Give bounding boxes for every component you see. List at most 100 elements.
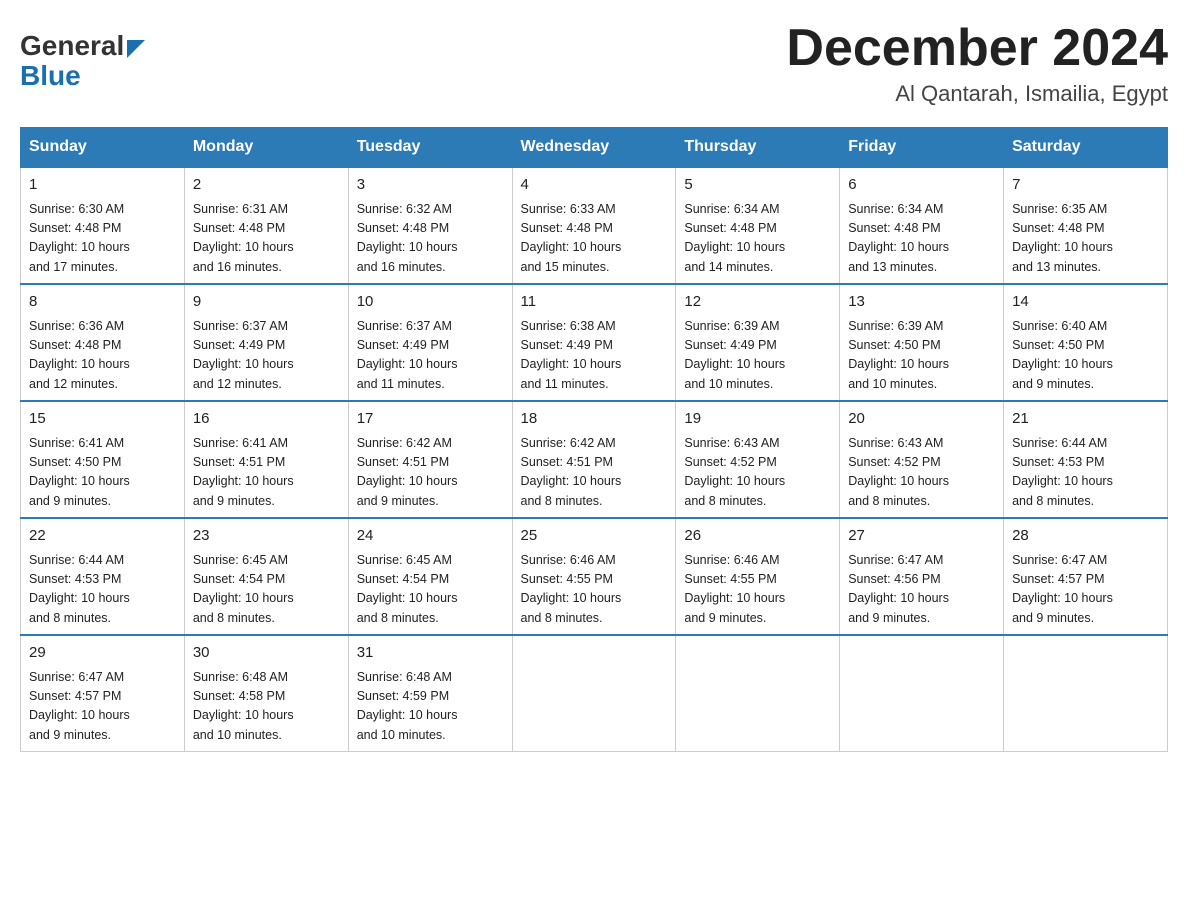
calendar-cell: 27Sunrise: 6:47 AMSunset: 4:56 PMDayligh… bbox=[840, 518, 1004, 635]
day-number: 26 bbox=[684, 525, 831, 548]
logo-blue: Blue bbox=[20, 62, 145, 90]
day-number: 13 bbox=[848, 291, 995, 314]
calendar-cell: 20 Sunrise: 6:43 AMSunset: 4:52 PMDayligh… bbox=[840, 401, 1004, 518]
logo: General Blue bbox=[20, 20, 145, 100]
day-number: 31 bbox=[357, 642, 504, 665]
calendar-cell: 30Sunrise: 6:48 AMSunset: 4:58 PMDayligh… bbox=[184, 635, 348, 752]
day-info: Sunrise: 6:47 AMSunset: 4:57 PMDaylight:… bbox=[29, 668, 176, 746]
header-tuesday: Tuesday bbox=[348, 128, 512, 168]
day-info: Sunrise: 6:35 AMSunset: 4:48 PMDaylight:… bbox=[1012, 200, 1159, 278]
day-info: Sunrise: 6:41 AMSunset: 4:50 PMDaylight:… bbox=[29, 434, 176, 512]
calendar-cell: 13 Sunrise: 6:39 AMSunset: 4:50 PMDayligh… bbox=[840, 284, 1004, 401]
day-number: 27 bbox=[848, 525, 995, 548]
day-number: 2 bbox=[193, 174, 340, 197]
day-info: Sunrise: 6:41 AMSunset: 4:51 PMDaylight:… bbox=[193, 434, 340, 512]
day-number: 29 bbox=[29, 642, 176, 665]
day-info: Sunrise: 6:45 AMSunset: 4:54 PMDaylight:… bbox=[357, 551, 504, 629]
calendar-cell: 6Sunrise: 6:34 AMSunset: 4:48 PMDaylight… bbox=[840, 167, 1004, 284]
calendar-cell: 5 Sunrise: 6:34 AMSunset: 4:48 PMDaylight… bbox=[676, 167, 840, 284]
calendar-cell: 15 Sunrise: 6:41 AMSunset: 4:50 PMDayligh… bbox=[21, 401, 185, 518]
calendar-cell: 4 Sunrise: 6:33 AMSunset: 4:48 PMDaylight… bbox=[512, 167, 676, 284]
day-info: Sunrise: 6:45 AMSunset: 4:54 PMDaylight:… bbox=[193, 551, 340, 629]
day-number: 15 bbox=[29, 408, 176, 431]
day-info: Sunrise: 6:39 AMSunset: 4:50 PMDaylight:… bbox=[848, 317, 995, 395]
calendar-cell: 24Sunrise: 6:45 AMSunset: 4:54 PMDayligh… bbox=[348, 518, 512, 635]
day-info: Sunrise: 6:48 AMSunset: 4:59 PMDaylight:… bbox=[357, 668, 504, 746]
calendar-cell: 17Sunrise: 6:42 AMSunset: 4:51 PMDayligh… bbox=[348, 401, 512, 518]
day-info: Sunrise: 6:37 AMSunset: 4:49 PMDaylight:… bbox=[357, 317, 504, 395]
calendar-title: December 2024 bbox=[786, 20, 1168, 77]
day-info: Sunrise: 6:32 AMSunset: 4:48 PMDaylight:… bbox=[357, 200, 504, 278]
day-number: 18 bbox=[521, 408, 668, 431]
calendar-week-5: 29 Sunrise: 6:47 AMSunset: 4:57 PMDayligh… bbox=[21, 635, 1168, 752]
calendar-cell: 16 Sunrise: 6:41 AMSunset: 4:51 PMDayligh… bbox=[184, 401, 348, 518]
calendar-cell: 10 Sunrise: 6:37 AMSunset: 4:49 PMDayligh… bbox=[348, 284, 512, 401]
day-number: 1 bbox=[29, 174, 176, 197]
calendar-cell bbox=[840, 635, 1004, 752]
day-number: 11 bbox=[521, 291, 668, 314]
calendar-cell: 22 Sunrise: 6:44 AMSunset: 4:53 PMDayligh… bbox=[21, 518, 185, 635]
day-number: 3 bbox=[357, 174, 504, 197]
day-info: Sunrise: 6:42 AMSunset: 4:51 PMDaylight:… bbox=[357, 434, 504, 512]
day-number: 12 bbox=[684, 291, 831, 314]
calendar-cell: 28 Sunrise: 6:47 AMSunset: 4:57 PMDayligh… bbox=[1004, 518, 1168, 635]
day-info: Sunrise: 6:39 AMSunset: 4:49 PMDaylight:… bbox=[684, 317, 831, 395]
day-info: Sunrise: 6:33 AMSunset: 4:48 PMDaylight:… bbox=[521, 200, 668, 278]
day-number: 30 bbox=[193, 642, 340, 665]
day-number: 22 bbox=[29, 525, 176, 548]
day-info: Sunrise: 6:44 AMSunset: 4:53 PMDaylight:… bbox=[29, 551, 176, 629]
day-number: 7 bbox=[1012, 174, 1159, 197]
calendar-cell: 29 Sunrise: 6:47 AMSunset: 4:57 PMDayligh… bbox=[21, 635, 185, 752]
day-number: 20 bbox=[848, 408, 995, 431]
header-saturday: Saturday bbox=[1004, 128, 1168, 168]
day-number: 4 bbox=[521, 174, 668, 197]
day-number: 6 bbox=[848, 174, 995, 197]
day-info: Sunrise: 6:46 AMSunset: 4:55 PMDaylight:… bbox=[684, 551, 831, 629]
day-info: Sunrise: 6:36 AMSunset: 4:48 PMDaylight:… bbox=[29, 317, 176, 395]
day-number: 9 bbox=[193, 291, 340, 314]
calendar-week-1: 1 Sunrise: 6:30 AMSunset: 4:48 PMDaylight… bbox=[21, 167, 1168, 284]
calendar-cell: 31 Sunrise: 6:48 AMSunset: 4:59 PMDayligh… bbox=[348, 635, 512, 752]
calendar-subtitle: Al Qantarah, Ismailia, Egypt bbox=[786, 81, 1168, 107]
day-info: Sunrise: 6:47 AMSunset: 4:57 PMDaylight:… bbox=[1012, 551, 1159, 629]
calendar-cell: 3 Sunrise: 6:32 AMSunset: 4:48 PMDaylight… bbox=[348, 167, 512, 284]
calendar-cell: 23 Sunrise: 6:45 AMSunset: 4:54 PMDayligh… bbox=[184, 518, 348, 635]
day-number: 16 bbox=[193, 408, 340, 431]
day-number: 21 bbox=[1012, 408, 1159, 431]
day-info: Sunrise: 6:40 AMSunset: 4:50 PMDaylight:… bbox=[1012, 317, 1159, 395]
day-info: Sunrise: 6:30 AMSunset: 4:48 PMDaylight:… bbox=[29, 200, 176, 278]
title-area: December 2024 Al Qantarah, Ismailia, Egy… bbox=[786, 20, 1168, 107]
calendar-cell: 18Sunrise: 6:42 AMSunset: 4:51 PMDayligh… bbox=[512, 401, 676, 518]
day-number: 28 bbox=[1012, 525, 1159, 548]
calendar-cell: 11 Sunrise: 6:38 AMSunset: 4:49 PMDayligh… bbox=[512, 284, 676, 401]
calendar-cell: 12 Sunrise: 6:39 AMSunset: 4:49 PMDayligh… bbox=[676, 284, 840, 401]
day-info: Sunrise: 6:31 AMSunset: 4:48 PMDaylight:… bbox=[193, 200, 340, 278]
calendar-cell: 7 Sunrise: 6:35 AMSunset: 4:48 PMDaylight… bbox=[1004, 167, 1168, 284]
calendar-table: SundayMondayTuesdayWednesdayThursdayFrid… bbox=[20, 127, 1168, 752]
day-number: 25 bbox=[521, 525, 668, 548]
day-info: Sunrise: 6:46 AMSunset: 4:55 PMDaylight:… bbox=[521, 551, 668, 629]
day-info: Sunrise: 6:34 AMSunset: 4:48 PMDaylight:… bbox=[684, 200, 831, 278]
day-info: Sunrise: 6:38 AMSunset: 4:49 PMDaylight:… bbox=[521, 317, 668, 395]
day-info: Sunrise: 6:44 AMSunset: 4:53 PMDaylight:… bbox=[1012, 434, 1159, 512]
calendar-week-3: 15 Sunrise: 6:41 AMSunset: 4:50 PMDayligh… bbox=[21, 401, 1168, 518]
calendar-cell: 21 Sunrise: 6:44 AMSunset: 4:53 PMDayligh… bbox=[1004, 401, 1168, 518]
day-number: 5 bbox=[684, 174, 831, 197]
calendar-body: 1 Sunrise: 6:30 AMSunset: 4:48 PMDaylight… bbox=[21, 167, 1168, 752]
day-info: Sunrise: 6:43 AMSunset: 4:52 PMDaylight:… bbox=[684, 434, 831, 512]
calendar-cell bbox=[1004, 635, 1168, 752]
calendar-week-4: 22 Sunrise: 6:44 AMSunset: 4:53 PMDayligh… bbox=[21, 518, 1168, 635]
day-info: Sunrise: 6:43 AMSunset: 4:52 PMDaylight:… bbox=[848, 434, 995, 512]
header-friday: Friday bbox=[840, 128, 1004, 168]
calendar-cell: 26 Sunrise: 6:46 AMSunset: 4:55 PMDayligh… bbox=[676, 518, 840, 635]
calendar-cell: 14Sunrise: 6:40 AMSunset: 4:50 PMDayligh… bbox=[1004, 284, 1168, 401]
calendar-cell: 8Sunrise: 6:36 AMSunset: 4:48 PMDaylight… bbox=[21, 284, 185, 401]
calendar-cell: 2 Sunrise: 6:31 AMSunset: 4:48 PMDaylight… bbox=[184, 167, 348, 284]
day-info: Sunrise: 6:37 AMSunset: 4:49 PMDaylight:… bbox=[193, 317, 340, 395]
day-number: 10 bbox=[357, 291, 504, 314]
day-number: 23 bbox=[193, 525, 340, 548]
calendar-header: SundayMondayTuesdayWednesdayThursdayFrid… bbox=[21, 128, 1168, 168]
header-row: SundayMondayTuesdayWednesdayThursdayFrid… bbox=[21, 128, 1168, 168]
header-monday: Monday bbox=[184, 128, 348, 168]
calendar-cell: 25 Sunrise: 6:46 AMSunset: 4:55 PMDayligh… bbox=[512, 518, 676, 635]
